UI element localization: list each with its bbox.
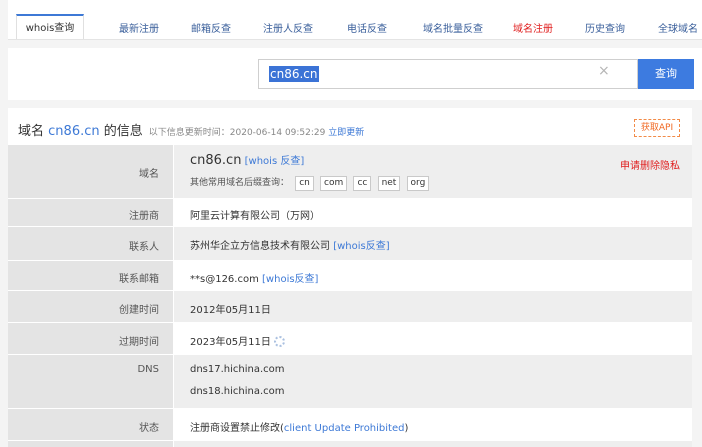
- refresh-icon[interactable]: [273, 336, 285, 347]
- row-label-email: 联系邮箱: [119, 274, 159, 285]
- created-value: 2012年05月11日: [190, 305, 271, 316]
- suffix-query: 其他常用域名后缀查询： cn com cc net org: [190, 175, 430, 191]
- row-dns: DNS dns17.hichina.com dns18.hichina.com: [8, 354, 692, 408]
- tab-email-reverse[interactable]: 邮箱反查: [191, 24, 231, 36]
- whois-info-panel: 域名 cn86.cn 的信息 以下信息更新时间：2020-06-14 09:52:…: [8, 108, 692, 447]
- suffix-cn[interactable]: cn: [295, 176, 314, 191]
- email-whois-link[interactable]: [whois反查]: [262, 274, 318, 285]
- domain-value: cn86.cn: [190, 153, 242, 168]
- row-label-registrar: 注册商: [129, 211, 159, 222]
- suffix-label: 其他常用域名后缀查询：: [190, 178, 290, 188]
- row-label-domain: 域名: [139, 169, 159, 180]
- registrar-value: 阿里云计算有限公司（万网）: [190, 211, 320, 222]
- search-input-value: cn86.cn: [269, 66, 319, 82]
- info-header: 域名 cn86.cn 的信息 以下信息更新时间：2020-06-14 09:52:…: [18, 120, 364, 139]
- registrant-value: 苏州华企立方信息技术有限公司: [190, 241, 330, 252]
- tab-global-domain[interactable]: 全球域名: [658, 24, 698, 36]
- privacy-removal-link[interactable]: 申请删除隐私: [620, 157, 680, 172]
- row-label-dns: DNS: [137, 364, 159, 375]
- row-label-created: 创建时间: [119, 305, 159, 316]
- expires-value: 2023年05月11日: [190, 337, 271, 348]
- row-email: 联系邮箱 **s@126.com [whois反查]: [8, 260, 692, 290]
- row-registrar: 注册商 阿里云计算有限公司（万网）: [8, 198, 692, 226]
- tab-whois[interactable]: whois查询: [16, 14, 84, 39]
- tab-domain-register[interactable]: 域名注册: [513, 24, 553, 36]
- row-label-expires: 过期时间: [119, 337, 159, 348]
- suffix-net[interactable]: net: [377, 176, 401, 191]
- row-domain: 域名 cn86.cn [whois 反查] 其他常用域名后缀查询： cn com…: [8, 144, 692, 198]
- search-button[interactable]: 查询: [638, 59, 694, 89]
- search-panel: cn86.cn × 查询: [8, 48, 702, 100]
- email-value: **s@126.com: [190, 274, 259, 285]
- tab-history[interactable]: 历史查询: [585, 24, 625, 36]
- suffix-cc[interactable]: cc: [353, 176, 372, 191]
- tab-registrant-reverse[interactable]: 注册人反查: [263, 24, 313, 36]
- tab-latest-registered[interactable]: 最新注册: [119, 24, 159, 36]
- row-registrant: 联系人 苏州华企立方信息技术有限公司 [whois反查]: [8, 226, 692, 260]
- nav-tabs: whois查询 最新注册 邮箱反查 注册人反查 电话反查 域名批量反查 域名注册…: [8, 0, 702, 40]
- get-api-button[interactable]: 获取API: [634, 119, 680, 137]
- update-now-link[interactable]: 立即更新: [328, 128, 364, 138]
- info-title: 域名 cn86.cn 的信息: [18, 124, 143, 139]
- row-label-registrant: 联系人: [129, 242, 159, 253]
- row-next: [8, 440, 692, 447]
- row-expires: 过期时间 2023年05月11日: [8, 322, 692, 354]
- domain-whois-link[interactable]: [whois 反查]: [245, 156, 305, 167]
- search-input[interactable]: cn86.cn: [258, 59, 638, 89]
- suffix-com[interactable]: com: [320, 176, 348, 191]
- row-status: 状态 注册商设置禁止修改(client Update Prohibited): [8, 408, 692, 440]
- info-title-domain: cn86.cn: [48, 124, 100, 139]
- update-info: 以下信息更新时间：2020-06-14 09:52:29 立即更新: [148, 128, 365, 138]
- status-value: 注册商设置禁止修改(client Update Prohibited): [190, 423, 409, 434]
- row-label-status: 状态: [139, 423, 159, 434]
- registrant-whois-link[interactable]: [whois反查]: [333, 241, 389, 252]
- dns-value-2: dns18.hichina.com: [190, 386, 285, 397]
- status-code: client Update Prohibited: [283, 423, 405, 434]
- row-created: 创建时间 2012年05月11日: [8, 290, 692, 322]
- updated-time: 2020-06-14 09:52:29: [229, 128, 326, 138]
- dns-value-1: dns17.hichina.com: [190, 364, 285, 375]
- suffix-org[interactable]: org: [406, 176, 430, 191]
- tab-batch-reverse[interactable]: 域名批量反查: [423, 24, 483, 36]
- tab-phone-reverse[interactable]: 电话反查: [347, 24, 387, 36]
- clear-icon[interactable]: ×: [598, 63, 610, 79]
